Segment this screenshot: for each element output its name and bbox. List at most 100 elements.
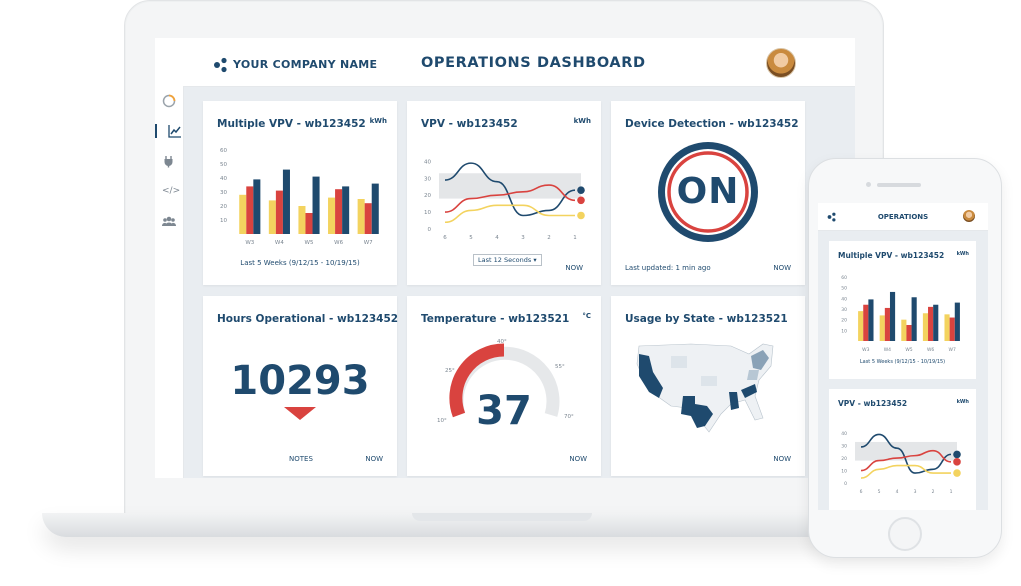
now-link[interactable]: NOW	[565, 264, 583, 272]
time-range-select[interactable]: Last 12 Seconds ▾	[473, 254, 542, 266]
bar	[889, 291, 896, 341]
x-tick-label: 5	[469, 235, 473, 241]
series-end-point	[953, 450, 961, 459]
y-tick-label: 40	[841, 431, 847, 437]
phone-card-multiple-vpv: Multiple VPV - wb123452 kWh 10 20 30 40 50 60…	[829, 241, 976, 379]
company-logo-icon	[214, 57, 227, 73]
unit-label: kWh	[956, 399, 969, 405]
series-end-point	[953, 458, 961, 466]
laptop-notch	[412, 513, 592, 521]
gauge-scale-label: 40°	[497, 339, 507, 345]
bar	[863, 304, 869, 341]
phone-camera	[866, 182, 871, 187]
x-tick-label: W6	[927, 347, 934, 353]
plug-icon[interactable]	[162, 154, 176, 168]
bar	[879, 315, 885, 341]
x-tick-label: W3	[245, 240, 254, 246]
y-tick-label: 20	[220, 204, 227, 210]
vpv-line-chart: 0 10 20 30 40 6 5 4 3 2 1	[424, 159, 585, 241]
card-multiple-vpv: Multiple VPV - wb123452 kWh 10 20 30 40 50 60…	[203, 101, 397, 285]
x-tick-label: 5	[878, 489, 881, 495]
phone-card-vpv: VPV - wb123452 kWh 0 10 20 30 40 6 5 4 3 2 1	[829, 389, 976, 510]
line-chart-icon[interactable]	[155, 124, 188, 138]
device-status: ON	[676, 171, 740, 212]
card-title: VPV - wb123452	[421, 118, 518, 130]
user-avatar[interactable]	[963, 210, 975, 222]
series-end-point	[953, 469, 961, 477]
dashboard-header: YOUR COMPANY NAME OPERATIONS DASHBOARD	[155, 38, 855, 87]
chevron-down-icon: ▾	[533, 256, 537, 264]
card-usage-by-state: Usage by State - wb123521 NOW	[611, 296, 805, 476]
now-link[interactable]: NOW	[773, 264, 791, 272]
x-tick-label: 4	[896, 489, 899, 495]
bar	[928, 306, 934, 341]
y-tick-label: 10	[841, 469, 847, 475]
bar	[239, 194, 247, 234]
bar	[342, 186, 350, 234]
now-link[interactable]: NOW	[365, 455, 383, 463]
bar	[357, 199, 365, 234]
y-tick-label: 20	[424, 193, 431, 199]
y-tick-label: 20	[841, 456, 847, 462]
bar	[298, 206, 306, 234]
bar	[282, 169, 290, 234]
notes-link[interactable]: NOTES	[289, 455, 313, 463]
bar	[364, 203, 372, 234]
laptop-screen: YOUR COMPANY NAME OPERATIONS DASHBOARD <…	[155, 38, 855, 478]
bar	[328, 197, 336, 234]
y-tick-label: 50	[220, 162, 227, 168]
y-tick-label: 0	[844, 481, 847, 487]
last-updated-label: Last updated: 1 min ago	[625, 264, 711, 272]
phone-header: OPERATIONS	[818, 203, 988, 231]
y-tick-label: 10	[424, 210, 431, 216]
card-device-detection: Device Detection - wb123452 ON Last upda…	[611, 101, 805, 285]
bar	[911, 297, 917, 341]
code-icon[interactable]: </>	[162, 184, 180, 198]
bar	[949, 317, 955, 341]
sidebar: </>	[155, 86, 184, 478]
phone-home-button	[888, 517, 922, 551]
hours-value: 10293	[230, 358, 370, 404]
x-tick-label: W7	[364, 240, 373, 246]
bar	[868, 299, 874, 341]
now-link[interactable]: NOW	[569, 455, 587, 463]
timer-icon[interactable]	[162, 94, 176, 108]
y-tick-label: 20	[841, 318, 847, 324]
bar	[922, 313, 929, 341]
phone-speaker	[877, 183, 921, 187]
card-title: Usage by State - wb123521	[625, 313, 788, 325]
y-tick-label: 30	[841, 307, 847, 313]
bar	[335, 189, 343, 234]
card-hours-operational: Hours Operational - wb123452 10293 NOTES…	[203, 296, 399, 476]
y-tick-label: 40	[841, 296, 847, 302]
highlight-band	[855, 441, 957, 461]
bar	[906, 325, 912, 341]
y-tick-label: 40	[424, 159, 431, 165]
x-tick-label: W4	[884, 347, 891, 353]
bar	[253, 179, 261, 234]
card-title: Hours Operational - wb123452	[217, 313, 399, 325]
card-title: Multiple VPV - wb123452	[838, 251, 945, 260]
x-tick-label: 1	[950, 489, 953, 495]
bar	[312, 176, 320, 234]
y-tick-label: 10	[841, 328, 847, 334]
company-name: YOUR COMPANY NAME	[233, 58, 378, 71]
page-title: OPERATIONS DASHBOARD	[421, 55, 646, 71]
multiple-vpv-bar-chart: 10 20 30 40 50 60 W3 W4 W5 W6 W7	[220, 148, 379, 246]
temperature-value: 37	[476, 388, 532, 434]
user-avatar[interactable]	[766, 48, 796, 78]
unit-label: kWh	[573, 117, 591, 125]
users-icon[interactable]	[161, 214, 177, 228]
bar	[884, 307, 890, 341]
multiple-vpv-bar-chart: 10 20 30 40 50 60 W3 W4 W5 W6 W7	[841, 275, 960, 353]
card-title: VPV - wb123452	[838, 399, 908, 408]
x-tick-label: W4	[275, 240, 284, 246]
bar	[858, 311, 864, 341]
y-tick-label: 10	[220, 218, 227, 224]
now-link[interactable]: NOW	[773, 455, 791, 463]
y-tick-label: 0	[428, 227, 432, 233]
vpv-line-chart: 0 10 20 30 40 6 5 4 3 2 1	[841, 431, 961, 495]
y-tick-label: 30	[424, 176, 431, 182]
series-end-point	[577, 196, 585, 205]
x-tick-label: 4	[495, 235, 499, 241]
